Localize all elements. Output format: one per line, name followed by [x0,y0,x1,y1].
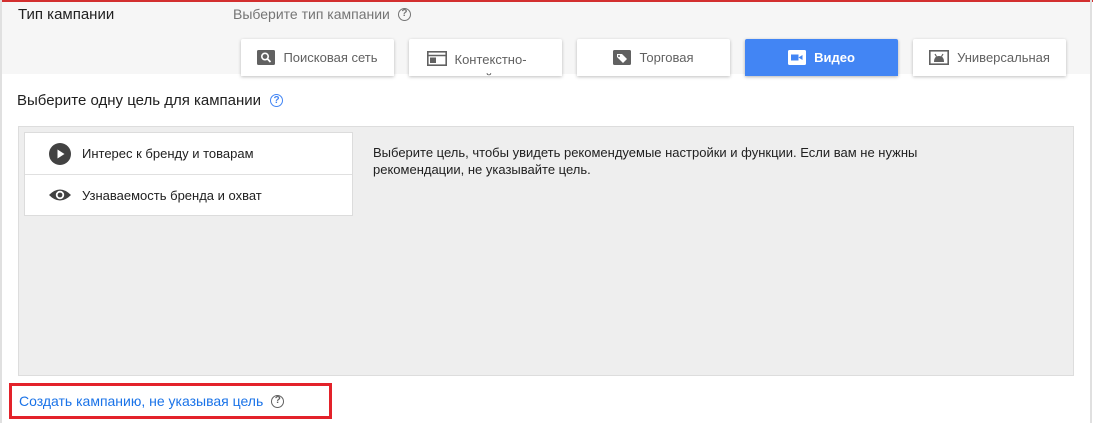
campaign-type-hint: Выберите тип кампании ? [233,6,411,22]
goal-section-title: Выберите одну цель для кампании ? [17,92,284,109]
campaign-type-label: Тип кампании [18,6,115,23]
goal-description: Выберите цель, чтобы увидеть рекомендуем… [373,145,918,177]
tab-video[interactable]: Видео [745,39,898,76]
create-campaign-without-goal-link[interactable]: Создать кампанию, не указывая цель [19,393,263,409]
shopping-tag-icon [613,50,632,65]
goal-item-label: Узнаваемость бренда и охват [82,187,262,203]
display-icon [426,51,447,66]
campaign-settings-frame: Тип кампании Выберите тип кампании ? Пои… [0,0,1093,423]
left-border [0,0,2,423]
goal-item-brand-interest[interactable]: Интерес к бренду и товарам [25,133,352,174]
goal-list: Интерес к бренду и товарам Узнаваемость … [24,132,353,216]
tab-search-network[interactable]: Поисковая сеть [241,39,394,76]
help-icon[interactable]: ? [271,394,285,408]
tab-label: Контекстно-медийная [454,52,527,76]
goal-panel: Интерес к бренду и товарам Узнаваемость … [18,126,1074,376]
no-goal-highlight: Создать кампанию, не указывая цель ? [9,383,332,419]
campaign-type-band: Тип кампании Выберите тип кампании ? Пои… [2,2,1090,76]
goal-item-brand-awareness[interactable]: Узнаваемость бренда и охват [25,174,352,215]
tab-label: Поисковая сеть [283,50,378,65]
eye-icon [49,189,71,201]
help-icon[interactable]: ? [397,7,411,21]
android-app-icon [929,50,950,65]
tab-label: Торговая [639,50,694,65]
goal-section-title-text: Выберите одну цель для кампании [17,92,262,109]
right-border [1090,0,1092,423]
campaign-type-hint-text: Выберите тип кампании [233,6,390,22]
tab-universal-app[interactable]: Универсальная [913,39,1066,76]
help-icon[interactable]: ? [270,94,284,107]
tab-label: Видео [814,50,855,65]
play-circle-icon [49,142,71,165]
tab-shopping[interactable]: Торговая [577,39,730,76]
video-camera-icon [788,50,807,65]
tab-display-network[interactable]: Контекстно-медийная [409,39,562,76]
tab-label: Универсальная [957,50,1050,65]
search-icon [257,50,276,65]
goal-item-label: Интерес к бренду и товарам [82,146,254,161]
